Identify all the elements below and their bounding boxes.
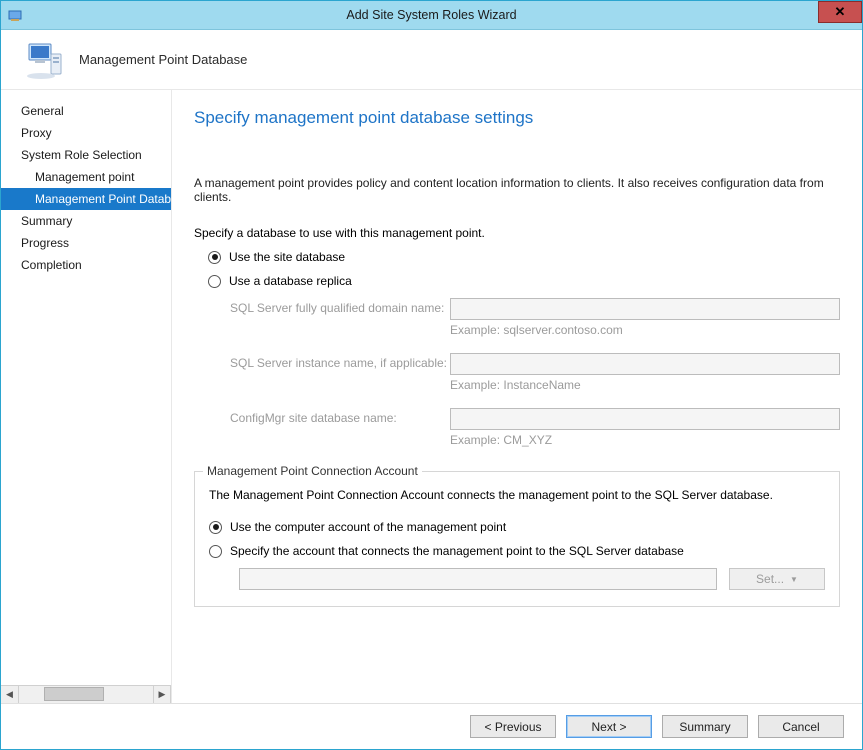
sidebar-item-general[interactable]: General [1,100,171,122]
close-button[interactable]: ✕ [818,1,862,23]
sidebar-item-management-point-database[interactable]: Management Point Database [1,188,171,210]
instance-input [450,353,840,375]
cancel-button[interactable]: Cancel [758,715,844,738]
next-button[interactable]: Next > [566,715,652,738]
radio-label: Use a database replica [229,274,352,288]
radio-use-database-replica[interactable]: Use a database replica [194,274,840,288]
instance-label: SQL Server instance name, if applicable: [230,353,450,370]
group-legend: Management Point Connection Account [203,464,422,478]
scroll-thumb[interactable] [44,687,104,701]
titlebar: Add Site System Roles Wizard ✕ [1,1,862,30]
fqdn-label: SQL Server fully qualified domain name: [230,298,450,315]
sidebar-item-summary[interactable]: Summary [1,210,171,232]
radio-use-computer-account[interactable]: Use the computer account of the manageme… [209,520,825,534]
dbname-input [450,408,840,430]
page-description: A management point provides policy and c… [194,176,840,204]
summary-button[interactable]: Summary [662,715,748,738]
radio-icon [208,275,221,288]
db-section-label: Specify a database to use with this mana… [194,226,840,240]
account-input [239,568,717,590]
scroll-left-arrow-icon[interactable]: ◀ [1,686,19,703]
radio-specify-account[interactable]: Specify the account that connects the ma… [209,544,825,558]
connection-account-group: Management Point Connection Account The … [194,471,840,607]
account-row: Set... ▼ [209,568,825,590]
header-band: Management Point Database [1,30,862,90]
group-description: The Management Point Connection Account … [209,488,825,502]
main-panel: Specify management point database settin… [172,90,862,703]
set-button: Set... ▼ [729,568,825,590]
field-row-instance: SQL Server instance name, if applicable:… [194,353,840,402]
radio-icon [209,521,222,534]
chevron-down-icon: ▼ [790,575,798,584]
radio-label: Use the computer account of the manageme… [230,520,506,534]
radio-label: Specify the account that connects the ma… [230,544,684,558]
app-icon [7,7,23,23]
radio-label: Use the site database [229,250,345,264]
radio-use-site-database[interactable]: Use the site database [194,250,840,264]
sidebar-item-system-role-selection[interactable]: System Role Selection [1,144,171,166]
fqdn-input [450,298,840,320]
scroll-right-arrow-icon[interactable]: ▶ [153,686,171,703]
dbname-label: ConfigMgr site database name: [230,408,450,425]
sidebar-item-completion[interactable]: Completion [1,254,171,276]
scroll-track[interactable] [19,686,153,703]
sidebar-horizontal-scrollbar[interactable]: ◀ ▶ [1,685,171,703]
radio-icon [209,545,222,558]
sidebar: General Proxy System Role Selection Mana… [1,90,171,685]
window-title: Add Site System Roles Wizard [1,8,862,22]
sidebar-item-progress[interactable]: Progress [1,232,171,254]
sidebar-item-management-point[interactable]: Management point [1,166,171,188]
fqdn-example: Example: sqlserver.contoso.com [450,323,840,337]
wizard-graphic-icon [23,38,67,82]
set-button-label: Set... [756,572,784,586]
sidebar-item-proxy[interactable]: Proxy [1,122,171,144]
page-title: Specify management point database settin… [194,108,840,128]
previous-button[interactable]: < Previous [470,715,556,738]
instance-example: Example: InstanceName [450,378,840,392]
field-row-fqdn: SQL Server fully qualified domain name: … [194,298,840,347]
field-row-dbname: ConfigMgr site database name: Example: C… [194,408,840,457]
radio-icon [208,251,221,264]
wizard-body: General Proxy System Role Selection Mana… [1,90,862,703]
close-icon: ✕ [835,4,846,20]
dbname-example: Example: CM_XYZ [450,433,840,447]
wizard-footer: < Previous Next > Summary Cancel [1,703,862,749]
sidebar-container: General Proxy System Role Selection Mana… [1,90,172,703]
header-subtitle: Management Point Database [79,52,247,67]
